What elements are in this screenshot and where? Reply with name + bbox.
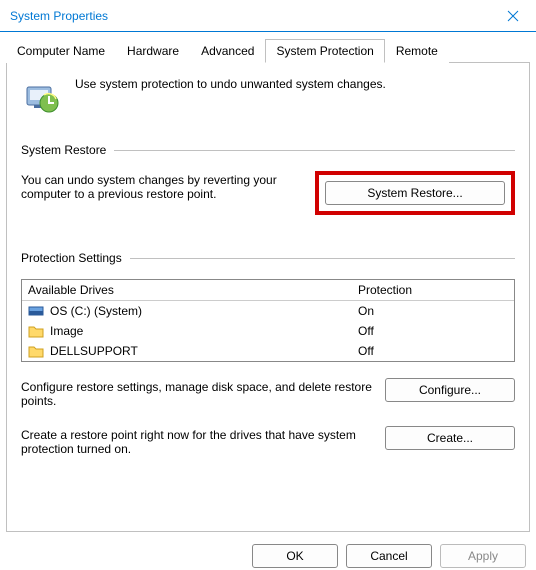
drive-name: Image	[50, 324, 83, 338]
intro-text: Use system protection to undo unwanted s…	[75, 77, 386, 91]
dialog-footer: OK Cancel Apply	[0, 538, 536, 570]
folder-icon	[28, 344, 44, 358]
divider	[114, 150, 515, 151]
drive-protection: Off	[358, 324, 508, 338]
drive-protection: On	[358, 304, 508, 318]
drives-list[interactable]: Available Drives Protection OS (C:) (Sys…	[21, 279, 515, 362]
disk-icon	[28, 304, 44, 318]
system-protection-icon	[21, 77, 61, 117]
drives-header: Available Drives Protection	[22, 280, 514, 301]
apply-button: Apply	[440, 544, 526, 568]
tab-strip: Computer Name Hardware Advanced System P…	[6, 38, 530, 62]
tab-system-protection[interactable]: System Protection	[265, 39, 384, 63]
drive-row[interactable]: Image Off	[22, 321, 514, 341]
group-system-restore: System Restore	[21, 143, 515, 157]
titlebar: System Properties	[0, 0, 536, 32]
close-icon	[507, 10, 519, 22]
create-row: Create a restore point right now for the…	[21, 426, 515, 456]
window-title: System Properties	[0, 9, 108, 23]
system-restore-button[interactable]: System Restore...	[325, 181, 505, 205]
drive-name: OS (C:) (System)	[50, 304, 142, 318]
col-header-protection: Protection	[358, 283, 508, 297]
divider	[130, 258, 515, 259]
restore-row: You can undo system changes by reverting…	[21, 171, 515, 215]
group-protection-settings: Protection Settings	[21, 251, 515, 265]
tab-panel: Use system protection to undo unwanted s…	[6, 62, 530, 532]
drive-protection: Off	[358, 344, 508, 358]
folder-icon	[28, 324, 44, 338]
tab-remote[interactable]: Remote	[385, 39, 449, 63]
drive-row[interactable]: OS (C:) (System) On	[22, 301, 514, 321]
ok-button[interactable]: OK	[252, 544, 338, 568]
restore-description: You can undo system changes by reverting…	[21, 171, 303, 201]
configure-description: Configure restore settings, manage disk …	[21, 378, 373, 408]
tab-hardware[interactable]: Hardware	[116, 39, 190, 63]
configure-row: Configure restore settings, manage disk …	[21, 378, 515, 408]
tab-computer-name[interactable]: Computer Name	[6, 39, 116, 63]
col-header-drives: Available Drives	[28, 283, 358, 297]
intro-row: Use system protection to undo unwanted s…	[21, 77, 515, 117]
drive-row[interactable]: DELLSUPPORT Off	[22, 341, 514, 361]
create-description: Create a restore point right now for the…	[21, 426, 373, 456]
create-button[interactable]: Create...	[385, 426, 515, 450]
tab-advanced[interactable]: Advanced	[190, 39, 265, 63]
configure-button[interactable]: Configure...	[385, 378, 515, 402]
drive-name: DELLSUPPORT	[50, 344, 138, 358]
highlight-box: System Restore...	[315, 171, 515, 215]
close-button[interactable]	[490, 0, 536, 32]
cancel-button[interactable]: Cancel	[346, 544, 432, 568]
group-label-protection: Protection Settings	[21, 251, 130, 265]
group-label-restore: System Restore	[21, 143, 114, 157]
